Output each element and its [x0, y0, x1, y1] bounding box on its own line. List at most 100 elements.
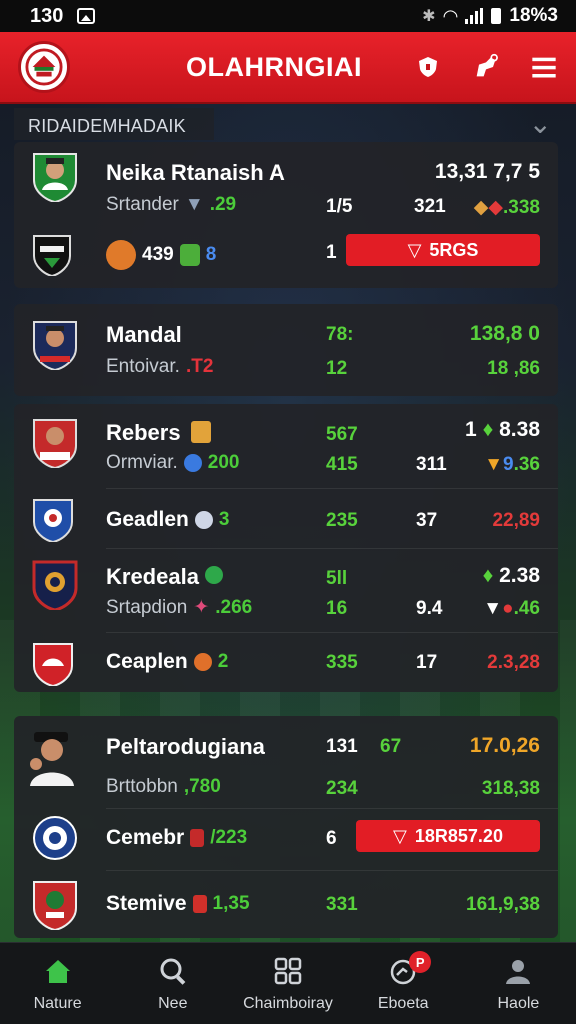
bluetooth-icon: ✱	[422, 8, 436, 25]
club-crest-icon	[33, 881, 77, 930]
stat-col1: 16	[326, 598, 348, 619]
club-logo[interactable]	[18, 41, 70, 93]
nav-standings[interactable]: Chaimboiray	[230, 943, 345, 1024]
total-value: ♦ 2.38	[483, 564, 540, 588]
team-card-2[interactable]: Mandal Entoivar. .T2 78: 12 138,8 0 18 ,…	[14, 304, 558, 396]
stat-col2: 9.4	[416, 598, 443, 619]
total-value: 1 ♦ 8.38	[465, 418, 540, 442]
warn-icon: ◆	[488, 197, 504, 218]
sub-stat: 3	[218, 509, 230, 530]
grid-icon	[274, 957, 302, 984]
action-pill[interactable]: ▽ 18R857.20	[356, 820, 540, 852]
right-stat: 18 ,86	[487, 358, 540, 379]
sub-label: Entoivar.	[106, 356, 180, 377]
status-time: 130	[30, 4, 64, 27]
shield-icon	[192, 895, 207, 913]
stat-top2: 67	[380, 736, 402, 757]
action-pill[interactable]: ▽ 5RGS	[346, 234, 540, 266]
club-name: Ceaplen	[106, 650, 188, 673]
nav-profile[interactable]: Haole	[461, 943, 576, 1024]
club-name: Geadlen	[106, 508, 189, 531]
shield-icon	[419, 57, 437, 77]
right-stat-value: .36	[513, 454, 540, 475]
cup-icon: ▼	[484, 454, 503, 475]
club-name: Cemebr	[106, 826, 185, 849]
row-sub: Cemebr /223	[106, 826, 247, 850]
row2-stat: 439	[142, 244, 174, 265]
player-name: Neika Rtanaish A	[106, 160, 285, 185]
team-card-4[interactable]: Peltarodugiana Brttobbn ,780 131 67 234 …	[14, 716, 558, 938]
nav-label: Nee	[158, 994, 188, 1012]
alert-icon: ●	[502, 598, 514, 619]
stat-col1: 335	[326, 652, 358, 673]
search-icon	[160, 958, 186, 985]
menu-button[interactable]	[530, 53, 558, 81]
nav-search[interactable]: Nee	[115, 943, 230, 1024]
stat-col2: 321	[414, 196, 446, 217]
club-name: Stemive	[106, 892, 187, 915]
team-card-3[interactable]: Rebers Ormviar. 200 567 415 311 1 ♦ 8.38…	[14, 404, 558, 692]
stat-col2: 311	[416, 454, 447, 475]
stat-col1: 415	[326, 454, 358, 475]
notification-badge: P	[409, 951, 432, 973]
row-sub: Geadlen 3	[106, 508, 229, 532]
section-title: RIDAIDEMHADAIK	[14, 108, 214, 140]
stat-col1: 12	[326, 358, 348, 379]
badge-icon: ◆	[473, 197, 489, 218]
battery-level: 18%3	[509, 5, 558, 26]
shield-icon	[179, 244, 200, 266]
battery-icon	[491, 8, 502, 24]
club-crest-icon	[33, 643, 73, 686]
player-sub: Brttobbn ,780	[106, 776, 221, 798]
ball-icon	[194, 511, 213, 529]
team-card-1[interactable]: Neika Rtanaish A Srtander ▼ .29 1/5 321 …	[14, 142, 558, 288]
right-stat: ▼●.46	[483, 598, 540, 620]
nav-home[interactable]: Nature	[0, 943, 115, 1024]
pill-label: 18R857.20	[414, 825, 503, 846]
total-prefix: 1	[465, 418, 477, 441]
row-divider	[106, 870, 558, 871]
close-icon[interactable]: ⌄	[529, 110, 552, 138]
shield-button[interactable]	[414, 53, 442, 81]
stat-col1: 331	[326, 894, 358, 915]
star-icon: ✦	[193, 597, 210, 618]
sub-label: Ormviar.	[106, 452, 178, 473]
sub-label: Srtander	[106, 194, 179, 215]
club-crest-icon	[33, 499, 73, 542]
player-sub: Entoivar. .T2	[106, 356, 213, 378]
row-divider	[106, 548, 558, 549]
nav-events[interactable]: P Eboeta	[346, 943, 461, 1024]
stat-top: 78:	[326, 324, 354, 345]
player-name: Peltarodugiana	[106, 734, 265, 759]
club-crest-icon	[32, 560, 78, 610]
total-value: 17.0,26	[469, 734, 540, 757]
sub-stat: .29	[209, 194, 237, 215]
ball-icon	[205, 566, 224, 584]
club-crest-icon	[33, 235, 71, 276]
right-stat: 2.3,28	[487, 652, 540, 673]
stat-top: 131	[326, 736, 358, 757]
right-stat: 161,9,38	[466, 894, 540, 915]
player-sub: Srtander ▼ .29	[106, 194, 236, 216]
cart-button[interactable]	[472, 53, 500, 81]
stat-top: 5ll	[326, 568, 348, 589]
sub-stat: 200	[207, 452, 240, 473]
row-sub: Ceaplen 2	[106, 650, 228, 674]
player-sub: Srtapdion ✦ .266	[106, 596, 252, 619]
stat-col2: 37	[416, 510, 438, 531]
row-divider	[106, 488, 558, 489]
app-header: OLAHRNGIAI	[0, 32, 576, 104]
signal-icon	[465, 8, 484, 24]
stat-col1: 235	[326, 510, 358, 531]
wifi-icon: ◠	[443, 5, 458, 26]
total-text: 2.38	[499, 564, 540, 587]
row-divider	[106, 808, 558, 809]
stat-col1: 1/5	[326, 196, 353, 217]
trophy-icon: ♦	[482, 418, 494, 441]
name-text: Kredeala	[106, 564, 199, 589]
flame-icon	[193, 653, 212, 671]
shield-icon	[190, 421, 211, 443]
total-value: 138,8 0	[469, 322, 540, 345]
sub-stat: ,780	[183, 776, 221, 797]
player-avatar-icon	[33, 419, 77, 468]
